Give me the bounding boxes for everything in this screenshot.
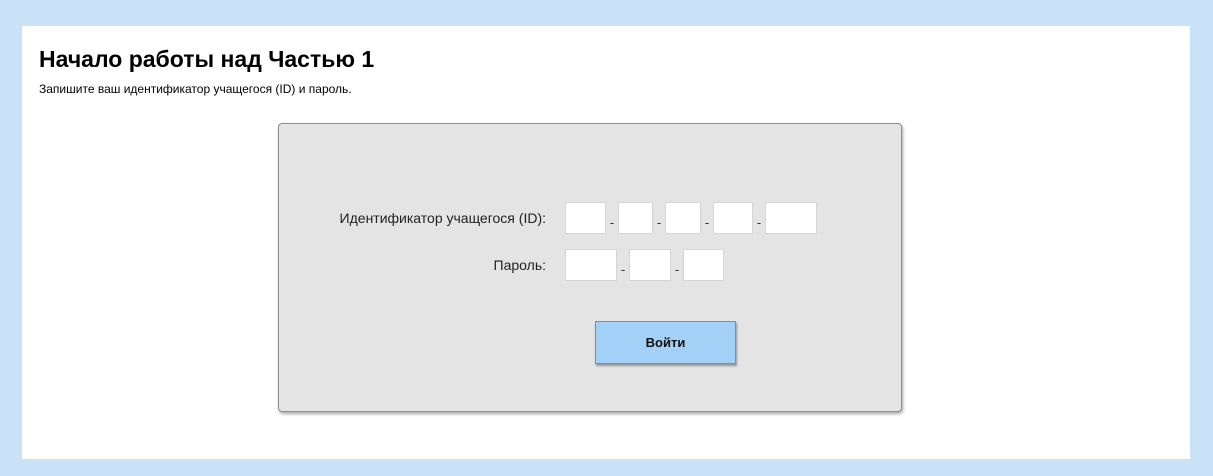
page-title: Начало работы над Частью 1: [39, 46, 375, 72]
page-panel: Начало работы над Частью 1 Запишите ваш …: [22, 26, 1190, 459]
password-row: Пароль: - -: [279, 249, 724, 281]
login-form: Идентификатор учащегося (ID): - - - - Па…: [278, 123, 902, 412]
password-field-2[interactable]: [629, 249, 671, 281]
student-id-field-5[interactable]: [765, 202, 817, 234]
student-id-row: Идентификатор учащегося (ID): - - - -: [279, 202, 817, 234]
student-id-label: Идентификатор учащегося (ID):: [339, 210, 546, 226]
separator: -: [704, 214, 710, 230]
separator: -: [656, 214, 662, 230]
student-id-field-1[interactable]: [565, 202, 606, 234]
login-button[interactable]: Войти: [595, 321, 736, 364]
separator: -: [674, 261, 680, 277]
separator: -: [620, 261, 626, 277]
page-subtitle: Запишите ваш идентификатор учащегося (ID…: [39, 82, 352, 96]
password-label: Пароль:: [493, 257, 546, 273]
student-id-field-4[interactable]: [713, 202, 753, 234]
password-field-3[interactable]: [683, 249, 724, 281]
separator: -: [609, 214, 615, 230]
password-field-1[interactable]: [565, 249, 617, 281]
student-id-field-2[interactable]: [618, 202, 653, 234]
separator: -: [756, 214, 762, 230]
student-id-field-3[interactable]: [665, 202, 701, 234]
